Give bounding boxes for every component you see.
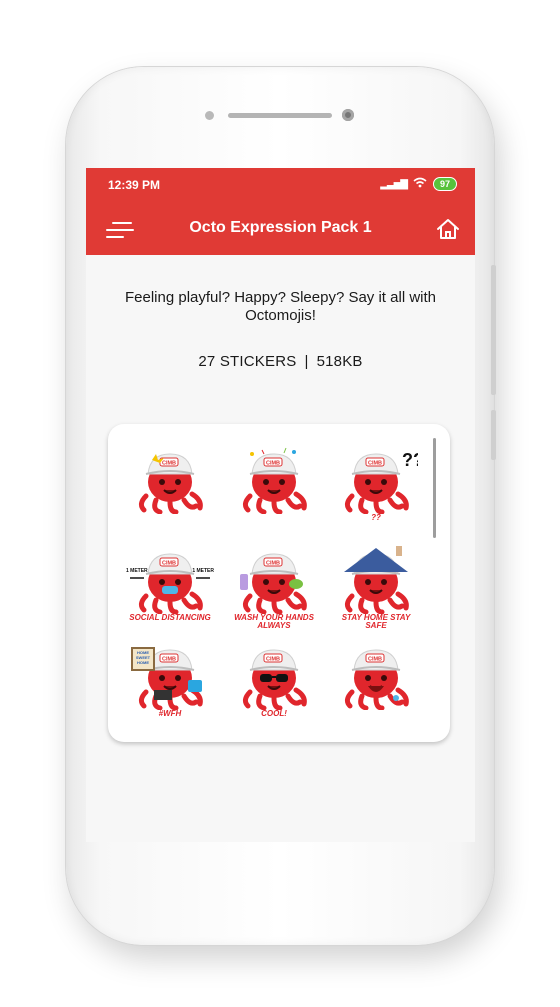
scrollbar[interactable] [433, 438, 436, 538]
measure-label-left: 1 METER [126, 568, 148, 574]
svg-text:CIMB: CIMB [162, 461, 176, 467]
svg-text:CIMB: CIMB [162, 657, 176, 663]
sticker-cool[interactable]: CIMB COOL! [232, 640, 316, 728]
volume-button [491, 265, 496, 395]
svg-text:CIMB: CIMB [368, 461, 382, 467]
menu-icon[interactable] [106, 218, 136, 242]
status-bar: 12:39 PM ▂▃▅▇ 97 [86, 168, 475, 204]
home-icon[interactable] [435, 216, 461, 242]
wifi-icon [413, 177, 427, 191]
sticker-social-distancing[interactable]: CIMB SOCIAL DISTANCING 1 METER 1 METER [126, 544, 214, 632]
app-bar: Octo Expression Pack 1 [86, 204, 475, 255]
front-camera [342, 109, 354, 121]
sticker-caption: ?? [371, 513, 381, 522]
battery-icon: 97 [432, 177, 457, 191]
sticker-count: 27 STICKERS [198, 353, 297, 370]
sticker-caption: SOCIAL DISTANCING [129, 613, 211, 622]
sticker-confused[interactable]: CIMB ?? ?? [334, 444, 418, 532]
earpiece-speaker [228, 113, 332, 118]
svg-text:??: ?? [402, 450, 418, 470]
status-icons: ▂▃▅▇ 97 [380, 177, 457, 191]
home-sign: HOME SWEET HOME [135, 650, 151, 665]
svg-text:CIMB: CIMB [266, 561, 280, 567]
app-screen: 12:39 PM ▂▃▅▇ 97 Octo Expression Pack 1 [86, 168, 475, 842]
svg-text:CIMB: CIMB [266, 657, 280, 663]
sticker-caption: WASH YOUR HANDS ALWAYS [234, 613, 314, 630]
sticker-caption: COOL! [261, 709, 287, 718]
sticker-wash-hands[interactable]: CIMB WASH YOUR HANDS ALWAYS [232, 544, 316, 632]
sensor-dot [205, 111, 214, 120]
meta-separator: | [304, 353, 309, 370]
sticker-laugh[interactable]: CIMB [334, 640, 418, 728]
screen-bottom [86, 754, 475, 842]
measure-label-right: 1 METER [192, 568, 214, 574]
sticker-stay-home[interactable]: CIMB STAY HOME STAY SAFE [334, 544, 418, 632]
svg-text:CIMB: CIMB [162, 561, 176, 567]
page-title: Octo Expression Pack 1 [189, 219, 372, 236]
pack-description: Feeling playful? Happy? Sleepy? Say it a… [124, 289, 436, 324]
sticker-dizzy[interactable]: CIMB [128, 444, 212, 532]
svg-text:CIMB: CIMB [368, 657, 382, 663]
sticker-party[interactable]: CIMB [232, 444, 316, 532]
sticker-grid-card: CIMB CIMB CIMB ?? ?? CIMB [108, 424, 450, 742]
pack-size: 518KB [316, 353, 363, 370]
status-time: 12:39 PM [108, 178, 161, 192]
sticker-caption: #WFH [158, 709, 182, 718]
svg-text:CIMB: CIMB [266, 461, 280, 467]
sticker-wfh[interactable]: CIMB #WFH HOME SWEET HOME [128, 640, 212, 728]
power-button [491, 410, 496, 460]
sticker-caption: STAY HOME STAY SAFE [341, 613, 411, 630]
pack-meta: 27 STICKERS | 518KB [86, 353, 475, 370]
signal-icon: ▂▃▅▇ [380, 178, 408, 190]
